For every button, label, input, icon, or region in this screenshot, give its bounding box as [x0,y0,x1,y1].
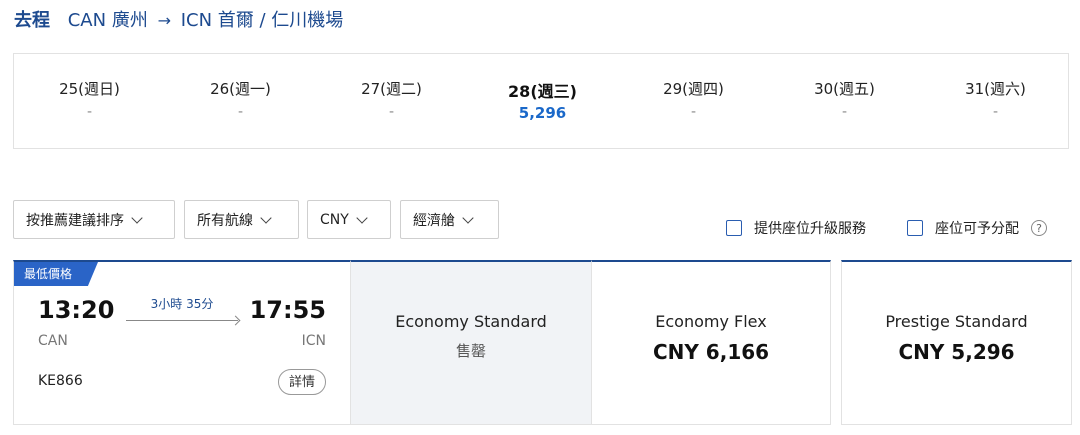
currency-dropdown-label: CNY [320,211,349,228]
fare-name: Economy Standard [395,312,547,331]
chevron-down-icon [356,211,368,224]
origin-city: 廣州 [111,10,148,31]
flight-duration: 3小時 35分 [150,297,214,311]
date-cell-30[interactable]: 30(週五) - [769,54,920,150]
fare-name: Prestige Standard [885,312,1028,331]
fare-prestige-standard[interactable]: Prestige Standard CNY 5,296 [841,260,1072,425]
date-price: - [992,104,999,120]
dest-city: 首爾 / 仁川機場 [217,10,344,31]
routes-dropdown[interactable]: 所有航線 [184,200,299,239]
fare-price: CNY 5,296 [898,340,1015,364]
origin-code: CAN [67,10,107,31]
currency-dropdown[interactable]: CNY [307,200,391,239]
departure-time: 13:20 [38,296,115,324]
fare-economy-flex[interactable]: Economy Flex CNY 6,166 [591,260,831,425]
seat-assign-option[interactable]: 座位可予分配 ? [907,218,1047,238]
seat-assign-checkbox[interactable] [907,220,923,236]
date-price: - [388,104,395,120]
date-cell-28-selected[interactable]: 28(週三) 5,296 [467,54,618,150]
help-icon[interactable]: ? [1031,220,1047,236]
fare-economy-standard: Economy Standard 售罄 [351,260,591,425]
date-cell-27[interactable]: 27(週二) - [316,54,467,150]
date-selector: 25(週日) - 26(週一) - 27(週二) - 28(週三) 5,296 … [13,53,1069,149]
seat-assign-option-label: 座位可予分配 [935,221,1019,237]
upgrade-checkbox[interactable] [726,220,742,236]
cabin-dropdown-label: 經濟艙 [413,212,455,229]
date-price: - [841,104,848,120]
arrival-time: 17:55 [249,296,326,324]
date-cell-31[interactable]: 31(週六) - [920,54,1071,150]
chevron-down-icon [462,211,474,224]
date-price: - [690,104,697,120]
duration-arrow-icon [126,320,238,321]
date-price: - [86,104,93,120]
cabin-dropdown[interactable]: 經濟艙 [400,200,499,239]
departure-airport-code: CAN [38,333,68,349]
date-label: 26(週一) [210,80,271,98]
date-label: 25(週日) [59,80,120,98]
flight-card: 最低價格 13:20 3小時 35分 17:55 CAN ICN KE866 詳… [13,260,351,425]
date-price: - [237,104,244,120]
dest-code: ICN [180,10,213,31]
date-label: 29(週四) [663,80,724,98]
sort-dropdown-label: 按推薦建議排序 [26,212,124,229]
chevron-down-icon [260,211,272,224]
date-label: 27(週二) [361,80,422,98]
lowest-price-badge: 最低價格 [14,262,98,286]
date-cell-29[interactable]: 29(週四) - [618,54,769,150]
date-price: 5,296 [518,104,567,122]
direction-label: 去程 [14,10,50,31]
flight-number: KE866 [38,373,83,389]
date-label: 30(週五) [814,80,875,98]
date-cell-25[interactable]: 25(週日) - [14,54,165,150]
upgrade-option-label: 提供座位升級服務 [754,221,866,237]
sort-dropdown[interactable]: 按推薦建議排序 [13,200,175,239]
date-cell-26[interactable]: 26(週一) - [165,54,316,150]
route-arrow-icon: → [157,11,171,30]
chevron-down-icon [131,211,143,224]
date-label: 28(週三) [508,82,577,101]
route-title: 去程 CAN 廣州 → ICN 首爾 / 仁川機場 [14,6,343,32]
date-label: 31(週六) [965,80,1026,98]
details-button[interactable]: 詳情 [277,369,326,395]
fare-name: Economy Flex [655,312,767,331]
fare-price: CNY 6,166 [652,340,770,364]
arrival-airport-code: ICN [301,333,326,349]
sold-out-label: 售罄 [455,342,486,360]
routes-dropdown-label: 所有航線 [197,212,253,229]
upgrade-option[interactable]: 提供座位升級服務 [726,218,866,238]
